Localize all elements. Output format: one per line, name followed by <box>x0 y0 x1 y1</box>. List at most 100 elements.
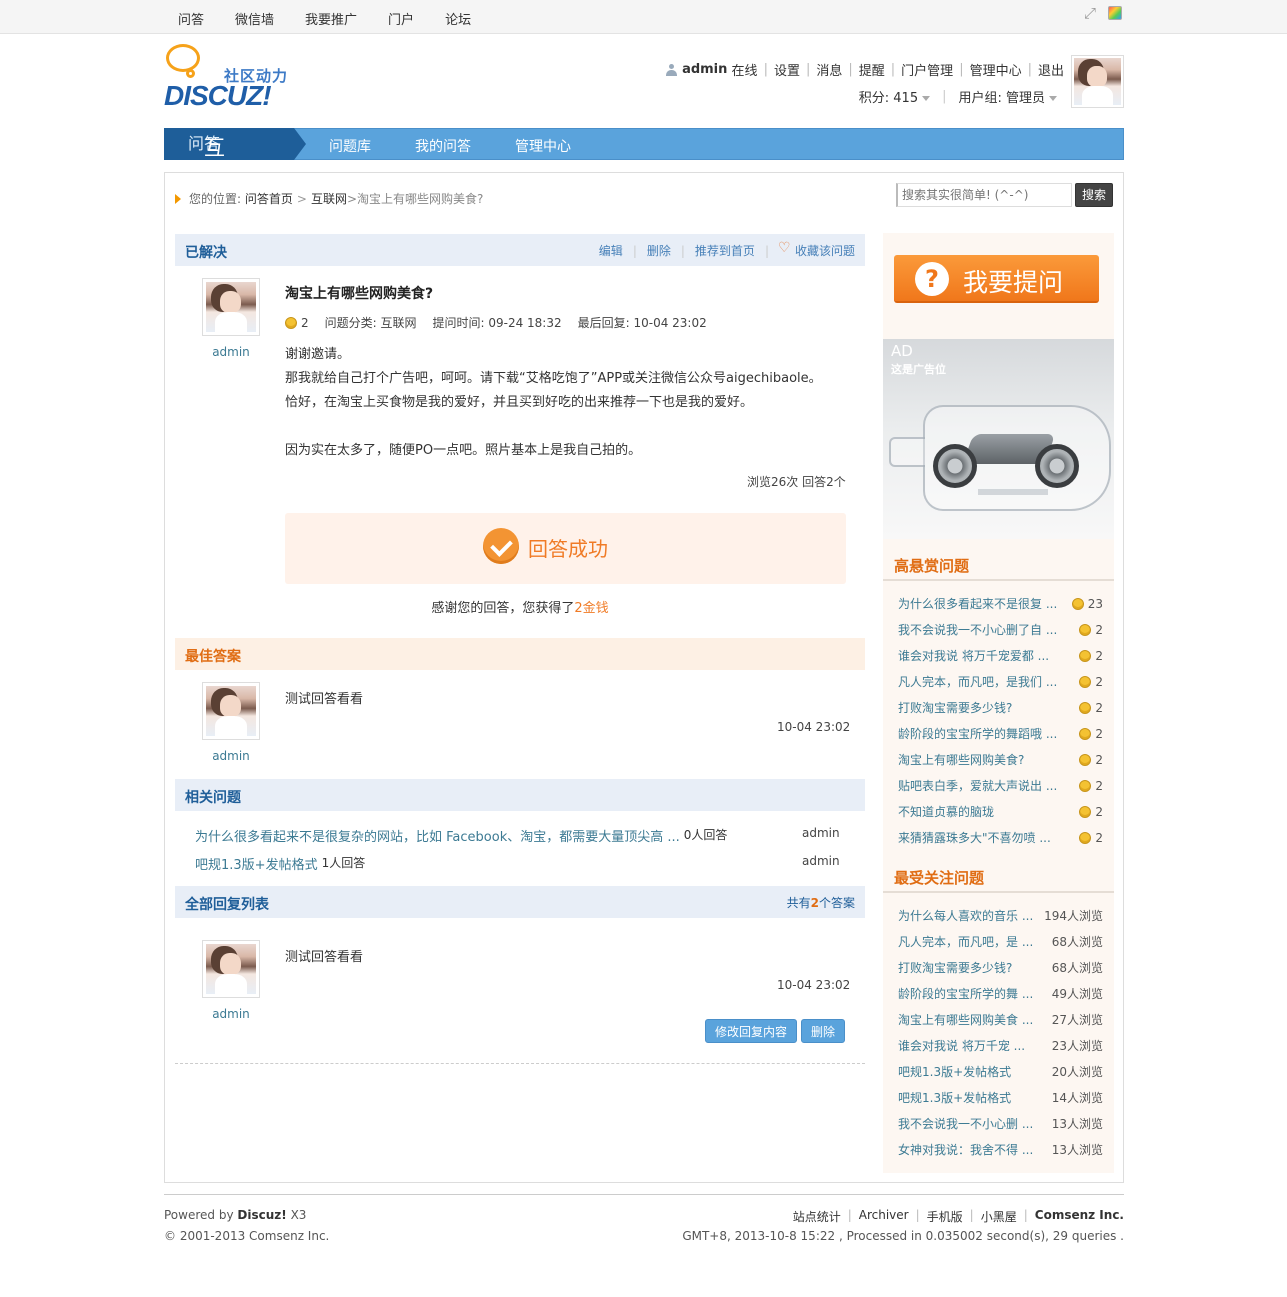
focus-question-link[interactable]: 谁会对我说 将万千宠 ... <box>898 1037 1025 1054</box>
list-item[interactable]: 吧规1.3版+发帖格式 1人回答 admin <box>195 854 845 873</box>
related-author[interactable]: admin <box>802 854 840 868</box>
footer-link-blackroom[interactable]: 小黑屋 <box>981 1208 1017 1225</box>
user-name[interactable]: admin <box>682 62 727 77</box>
list-item[interactable]: 龄阶段的宝宝所学的舞蹈哦 ... 2 <box>898 725 1103 742</box>
focus-question-link[interactable]: 凡人完本，而凡吧，是 ... <box>898 933 1033 950</box>
footer-powered: Powered by Discuz! X3 <box>164 1208 306 1222</box>
divider: | <box>959 62 964 77</box>
bounty-question-link[interactable]: 龄阶段的宝宝所学的舞蹈哦 ... <box>898 725 1057 742</box>
site-logo[interactable]: 社区动力 DISCUZ! <box>164 44 304 114</box>
list-item[interactable]: 吧规1.3版+发帖格式 14人浏览 <box>898 1089 1103 1106</box>
main-nav-item-my-questions[interactable]: 我的问答 <box>415 136 471 156</box>
bounty-question-link[interactable]: 来猜猜露珠多大"不喜勿喷 ... <box>898 829 1051 846</box>
bounty-question-link[interactable]: 不知道贞慕的脑珑 <box>898 803 994 820</box>
expand-icon[interactable] <box>1084 4 1099 22</box>
list-item[interactable]: 来猜猜露珠多大"不喜勿喷 ... 2 <box>898 829 1103 846</box>
focus-question-link[interactable]: 打败淘宝需要多少钱? <box>898 959 1012 976</box>
list-item[interactable]: 我不会说我一不小心删 ... 13人浏览 <box>898 1115 1103 1132</box>
top-nav-item-portal[interactable]: 门户 <box>388 9 414 28</box>
bounty-question-link[interactable]: 贴吧表白季，爱就大声说出 ... <box>898 777 1057 794</box>
list-item[interactable]: 淘宝上有哪些网购美食 ... 27人浏览 <box>898 1011 1103 1028</box>
chevron-down-icon <box>922 96 931 101</box>
favorite-button[interactable]: 收藏该问题 <box>778 240 855 259</box>
delete-button[interactable]: 删除 <box>647 242 671 259</box>
logout-link[interactable]: 退出 <box>1038 60 1064 79</box>
list-item[interactable]: 凡人完本，而凡吧，是 ... 68人浏览 <box>898 933 1103 950</box>
ad-banner[interactable]: AD 这是广告位 <box>883 339 1114 539</box>
footer-company[interactable]: Comsenz Inc. <box>1035 1208 1124 1225</box>
powered-brand[interactable]: Discuz! <box>237 1208 286 1222</box>
bounty-question-link[interactable]: 打败淘宝需要多少钱? <box>898 699 1012 716</box>
search-button[interactable]: 搜索 <box>1075 183 1113 207</box>
settings-link[interactable]: 设置 <box>774 60 800 79</box>
gain-amount: 2金钱 <box>574 601 609 616</box>
focus-question-link[interactable]: 吧规1.3版+发帖格式 <box>898 1089 1011 1106</box>
bounty-value: 2 <box>1095 752 1103 767</box>
avatar[interactable] <box>1071 55 1124 108</box>
list-item[interactable]: 凡人完本，而凡吧，是我们 ... 2 <box>898 673 1103 690</box>
footer-link-archiver[interactable]: Archiver <box>859 1208 909 1225</box>
list-item[interactable]: 我不会说我一不小心删了自 ... 2 <box>898 621 1103 638</box>
footer-link-mobile[interactable]: 手机版 <box>927 1208 963 1225</box>
focus-question-link[interactable]: 吧规1.3版+发帖格式 <box>898 1063 1011 1080</box>
breadcrumb-home[interactable]: 问答首页 <box>245 190 293 207</box>
list-item[interactable]: 龄阶段的宝宝所学的舞 ... 49人浏览 <box>898 985 1103 1002</box>
question-author[interactable]: admin <box>202 345 260 359</box>
top-nav-item-wenda[interactable]: 问答 <box>178 9 204 28</box>
avatar[interactable] <box>202 682 260 740</box>
footer-link-stats[interactable]: 站点统计 <box>793 1208 841 1225</box>
list-item[interactable]: 打败淘宝需要多少钱? 2 <box>898 699 1103 716</box>
focus-question-link[interactable]: 为什么每人喜欢的音乐 ... <box>898 907 1033 924</box>
bounty-question-link[interactable]: 谁会对我说 将万千宠爱都 ... <box>898 647 1049 664</box>
list-item[interactable]: 谁会对我说 将万千宠 ... 23人浏览 <box>898 1037 1103 1054</box>
list-item[interactable]: 贴吧表白季，爱就大声说出 ... 2 <box>898 777 1103 794</box>
bounty-question-link[interactable]: 淘宝上有哪些网购美食? <box>898 751 1024 768</box>
focus-question-link[interactable]: 女神对我说：我舍不得 ... <box>898 1141 1033 1158</box>
edit-button[interactable]: 编辑 <box>599 242 623 259</box>
related-question-link[interactable]: 吧规1.3版+发帖格式 <box>195 854 318 873</box>
list-item[interactable]: 吧规1.3版+发帖格式 20人浏览 <box>898 1063 1103 1080</box>
list-item[interactable]: 淘宝上有哪些网购美食? 2 <box>898 751 1103 768</box>
top-nav-item-forum[interactable]: 论坛 <box>445 9 471 28</box>
edit-reply-button[interactable]: 修改回复内容 <box>705 1019 797 1043</box>
ask-question-button[interactable]: ? 我要提问 <box>894 255 1099 303</box>
main-nav-item-admin[interactable]: 管理中心 <box>515 136 571 156</box>
list-item[interactable]: 不知道贞慕的脑珑 2 <box>898 803 1103 820</box>
list-item[interactable]: 为什么每人喜欢的音乐 ... 194人浏览 <box>898 907 1103 924</box>
points-dropdown[interactable]: 积分: 415 <box>859 87 931 106</box>
list-item[interactable]: 为什么很多看起来不是很复杂的网站，比如 Facebook、淘宝，都需要大量顶尖高… <box>195 826 845 845</box>
user-status: 在线 <box>731 64 758 79</box>
focus-question-link[interactable]: 龄阶段的宝宝所学的舞 ... <box>898 985 1033 1002</box>
main-nav-brand[interactable]: 互动问答 <box>164 128 306 190</box>
reply-author[interactable]: admin <box>202 1007 260 1021</box>
list-item[interactable]: 谁会对我说 将万千宠爱都 ... 2 <box>898 647 1103 664</box>
notifications-link[interactable]: 提醒 <box>859 60 885 79</box>
related-question-link[interactable]: 为什么很多看起来不是很复杂的网站，比如 Facebook、淘宝，都需要大量顶尖高… <box>195 826 680 845</box>
related-author[interactable]: admin <box>802 826 840 840</box>
avatar[interactable] <box>202 940 260 998</box>
messages-link[interactable]: 消息 <box>816 60 842 79</box>
bounty-question-link[interactable]: 为什么很多看起来不是很复 ... <box>898 595 1057 612</box>
usergroup-dropdown[interactable]: 用户组: 管理员 <box>958 87 1057 106</box>
top-nav-item-weixin[interactable]: 微信墙 <box>235 9 274 28</box>
list-item[interactable]: 女神对我说：我舍不得 ... 13人浏览 <box>898 1141 1103 1158</box>
best-answer-bar: 最佳答案 <box>175 638 865 670</box>
admin-center-link[interactable]: 管理中心 <box>970 60 1022 79</box>
answer-count-num: 2 <box>810 896 819 910</box>
delete-reply-button[interactable]: 删除 <box>801 1019 845 1043</box>
recommend-button[interactable]: 推荐到首页 <box>695 242 755 259</box>
focus-question-link[interactable]: 淘宝上有哪些网购美食 ... <box>898 1011 1033 1028</box>
focus-question-link[interactable]: 我不会说我一不小心删 ... <box>898 1115 1033 1132</box>
avatar[interactable] <box>202 278 260 336</box>
list-item[interactable]: 打败淘宝需要多少钱? 68人浏览 <box>898 959 1103 976</box>
bounty-question-link[interactable]: 我不会说我一不小心删了自 ... <box>898 621 1057 638</box>
top-nav-item-promote[interactable]: 我要推广 <box>305 9 357 28</box>
main-nav-item-library[interactable]: 问题库 <box>329 136 371 156</box>
breadcrumb-category[interactable]: 互联网 <box>311 190 347 207</box>
best-answer-author[interactable]: admin <box>202 749 260 763</box>
bounty-question-link[interactable]: 凡人完本，而凡吧，是我们 ... <box>898 673 1057 690</box>
search-input[interactable] <box>896 183 1072 207</box>
theme-icon[interactable] <box>1108 6 1122 20</box>
portal-admin-link[interactable]: 门户管理 <box>901 60 953 79</box>
list-item[interactable]: 为什么很多看起来不是很复 ... 23 <box>898 595 1103 612</box>
